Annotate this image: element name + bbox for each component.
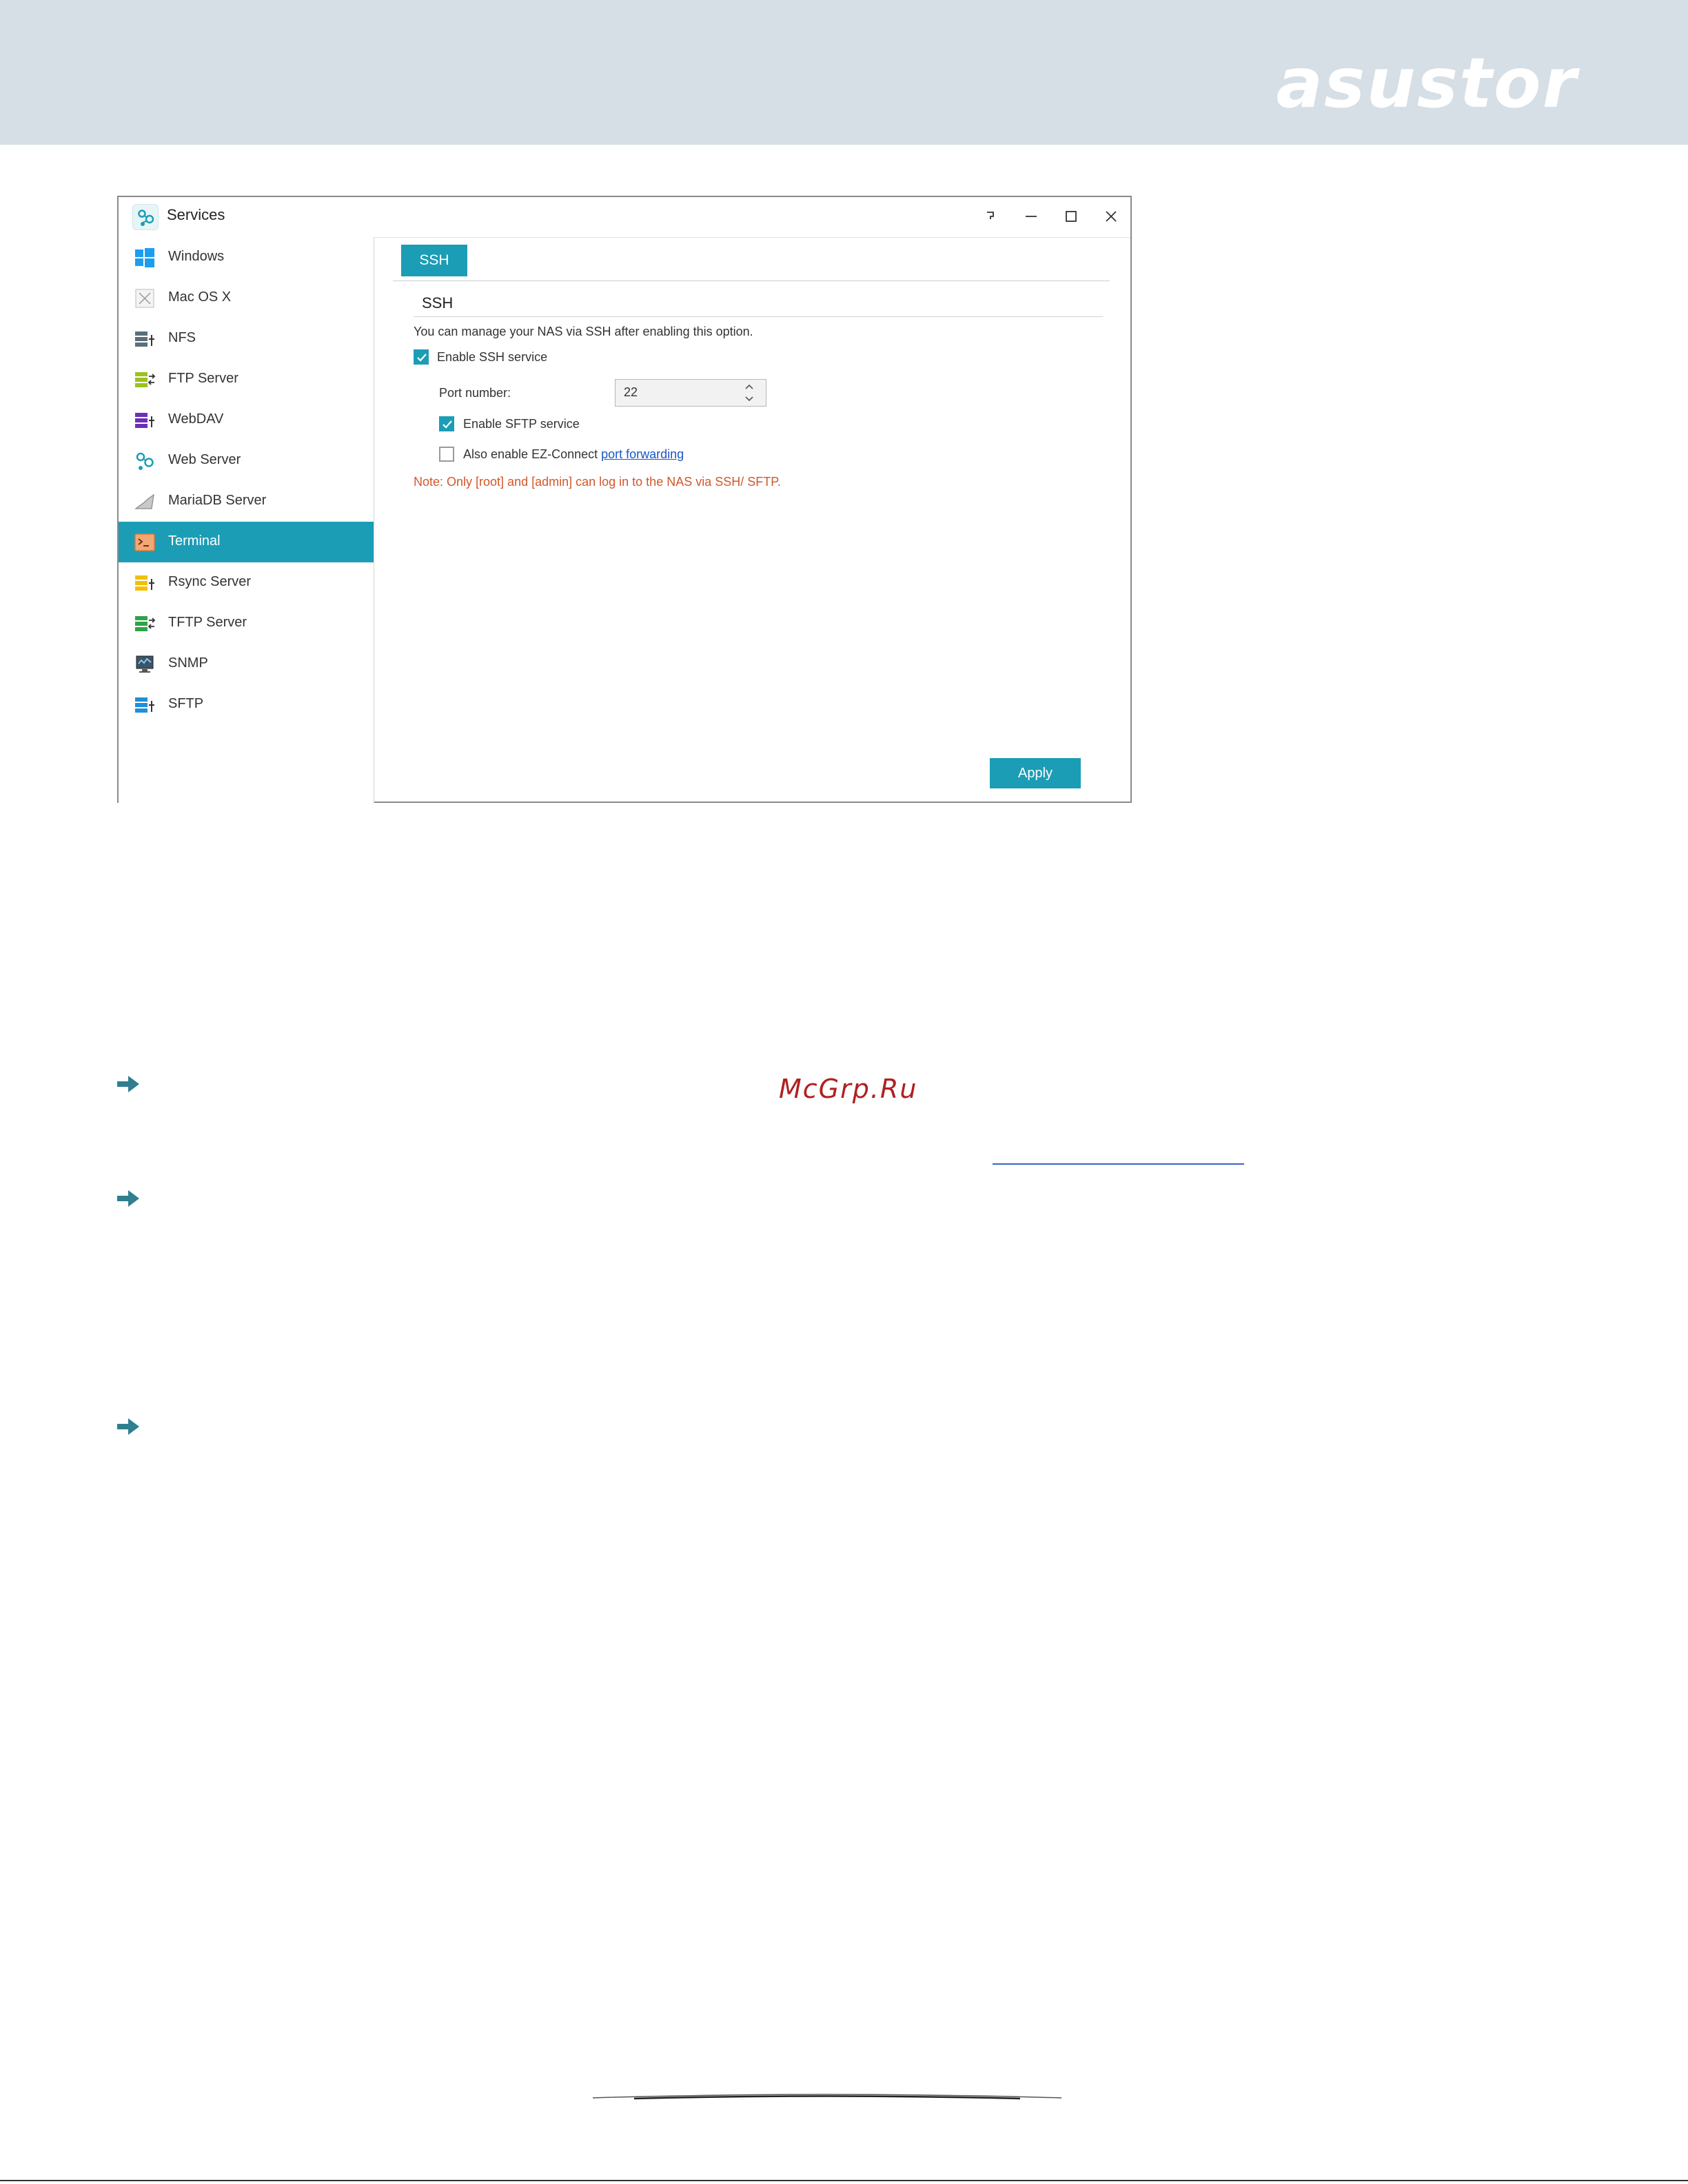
sidebar-item-label: Mac OS X xyxy=(168,289,232,305)
minimize-icon[interactable] xyxy=(1017,203,1045,230)
watermark: McGrp.Ru xyxy=(779,1074,918,1104)
webdav-icon xyxy=(135,413,154,428)
maximize-icon[interactable] xyxy=(1057,203,1085,230)
sidebar-item-web-server[interactable]: Web Server xyxy=(119,440,374,481)
enable-sftp-label: Enable SFTP service xyxy=(463,417,580,431)
apply-button[interactable]: Apply xyxy=(990,758,1081,788)
sftp-icon xyxy=(135,697,154,713)
window-title: Services xyxy=(167,206,225,223)
hyperlink-underline xyxy=(993,1163,1244,1165)
ftp-server-icon xyxy=(135,372,156,387)
checkmark-icon xyxy=(443,420,452,429)
chevron-up-icon xyxy=(745,384,753,389)
mariadb-icon xyxy=(134,493,154,509)
tab-divider xyxy=(393,280,1110,281)
sidebar-item-label: NFS xyxy=(168,330,196,345)
checkmark-icon xyxy=(417,354,427,362)
arrow-right-icon xyxy=(117,1076,139,1092)
port-forwarding-link[interactable]: port forwarding xyxy=(601,447,684,461)
arrow-right-icon xyxy=(117,1190,139,1207)
tftp-icon xyxy=(135,616,156,631)
nfs-icon xyxy=(135,331,154,347)
sidebar-item-mariadb-server[interactable]: MariaDB Server xyxy=(119,481,374,522)
sidebar-item-label: TFTP Server xyxy=(168,615,247,630)
sidebar-item-label: MariaDB Server xyxy=(168,493,267,508)
ez-connect-label: Also enable EZ-Connect port forwarding xyxy=(463,447,684,462)
footer-divider xyxy=(593,2094,1061,2100)
sidebar-item-label: SFTP xyxy=(168,696,204,711)
sidebar-item-webdav[interactable]: WebDAV xyxy=(119,400,374,440)
brand-logo: asustor xyxy=(1276,43,1578,123)
sidebar-item-label: FTP Server xyxy=(168,371,238,386)
enable-sftp-checkbox[interactable] xyxy=(439,416,454,431)
rsync-icon xyxy=(135,575,154,591)
services-app-icon xyxy=(132,204,159,230)
sidebar-item-label: SNMP xyxy=(168,655,208,671)
section-title: SSH xyxy=(422,294,454,312)
ssh-note: Note: Only [root] and [admin] can log in… xyxy=(414,475,781,489)
ez-connect-checkbox[interactable] xyxy=(439,447,454,462)
enable-ssh-label: Enable SSH service xyxy=(437,350,548,364)
sidebar-item-ftp-server[interactable]: FTP Server xyxy=(119,359,374,400)
enable-ssh-checkbox[interactable] xyxy=(414,349,429,365)
sidebar-item-rsync-server[interactable]: Rsync Server xyxy=(119,562,374,603)
window-titlebar: Services xyxy=(119,197,1130,238)
port-number-label: Port number: xyxy=(439,386,511,400)
sidebar-item-label: WebDAV xyxy=(168,411,224,427)
sidebar-item-mac-os-x[interactable]: Mac OS X xyxy=(119,278,374,318)
sidebar-item-label: Rsync Server xyxy=(168,574,252,589)
ez-connect-text: Also enable EZ-Connect xyxy=(463,447,598,461)
web-server-icon xyxy=(136,452,154,470)
snmp-icon xyxy=(136,655,154,673)
page-header: asustor xyxy=(0,0,1688,145)
sidebar-item-windows[interactable]: Windows xyxy=(119,237,374,278)
section-divider xyxy=(414,316,1103,317)
mac-icon xyxy=(135,289,154,308)
sidebar-item-nfs[interactable]: NFS xyxy=(119,318,374,359)
port-stepper[interactable] xyxy=(739,380,760,405)
sidebar-item-sftp[interactable]: SFTP xyxy=(119,684,374,725)
ssh-panel: SSH SSH You can manage your NAS via SSH … xyxy=(374,237,1132,803)
sidebar-item-label: Windows xyxy=(168,249,225,264)
sidebar-item-tftp-server[interactable]: TFTP Server xyxy=(119,603,374,644)
windows-icon xyxy=(135,248,154,267)
sidebar-item-terminal[interactable]: Terminal xyxy=(119,522,374,562)
tab-ssh[interactable]: SSH xyxy=(401,245,467,276)
chevron-down-icon xyxy=(745,396,753,402)
close-icon[interactable] xyxy=(1097,203,1125,230)
services-sidebar: Windows Mac OS X NFS FTP Server WebDAV W… xyxy=(119,237,374,803)
arrow-right-icon xyxy=(117,1418,139,1435)
footer-strip xyxy=(0,2180,1688,2181)
terminal-icon xyxy=(134,533,155,551)
sidebar-item-snmp[interactable]: SNMP xyxy=(119,644,374,684)
help-icon[interactable] xyxy=(977,203,1004,230)
sidebar-item-label: Terminal xyxy=(168,533,221,549)
sidebar-item-label: Web Server xyxy=(168,452,241,467)
ssh-description: You can manage your NAS via SSH after en… xyxy=(414,325,753,338)
services-window: Services Windows Mac OS X NFS FTP Server… xyxy=(117,196,1132,803)
